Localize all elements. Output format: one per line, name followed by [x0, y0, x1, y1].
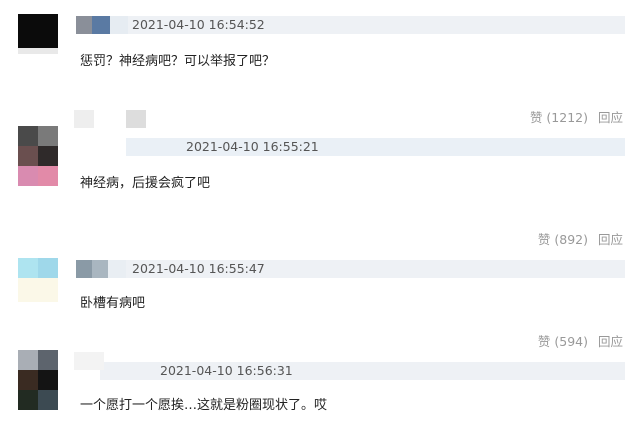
comment-timestamp: 2021-04-10 16:56:31 [160, 363, 293, 378]
username-bar: 2021-04-10 16:56:31 [74, 352, 625, 380]
comment-text: 一个愿打一个愿挨…这就是粉圈现状了。哎 [80, 398, 328, 413]
username-blurred[interactable] [74, 352, 104, 370]
avatar[interactable] [18, 350, 58, 410]
comment-item: 2021-04-10 16:56:31 一个愿打一个愿挨…这就是粉圈现状了。哎 [0, 0, 641, 436]
